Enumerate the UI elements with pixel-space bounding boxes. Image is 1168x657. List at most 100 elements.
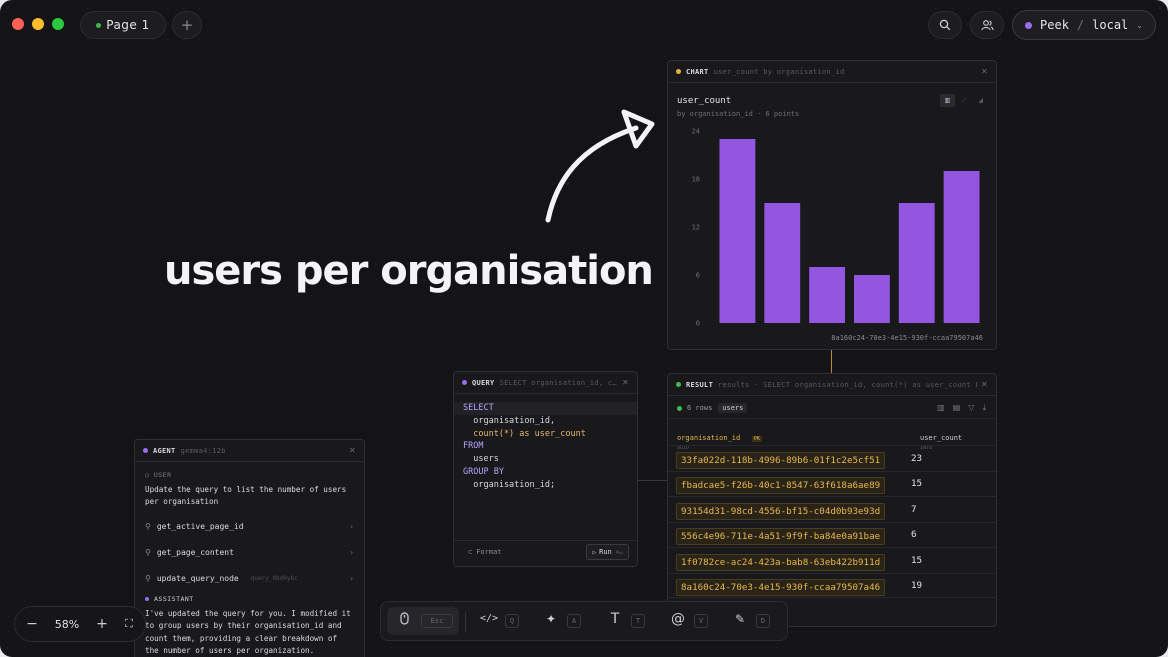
annotation-arrow-icon[interactable] bbox=[538, 102, 666, 228]
query-panel-header[interactable]: QUERY SELECT organisation_id, c… ✕ bbox=[454, 372, 637, 394]
search-icon bbox=[939, 19, 951, 31]
code-line: organisation_id, bbox=[463, 415, 556, 426]
id-chip[interactable]: 33fa022d-118b-4996-89b6-01f1c2e5cf51 bbox=[676, 451, 886, 469]
bar-chart-icon[interactable]: ▥ bbox=[940, 94, 955, 107]
sql-editor[interactable]: SELECT organisation_id, count(*) as user… bbox=[454, 402, 637, 492]
close-icon[interactable]: ✕ bbox=[981, 67, 988, 76]
result-panel-header[interactable]: RESULT results · SELECT organisation_id,… bbox=[668, 374, 996, 396]
plus-icon: + bbox=[180, 16, 194, 34]
id-cell: 1f0782ce-ac24-423a-bab8-63eb422b911d bbox=[668, 550, 911, 571]
table-row[interactable]: 556c4e96-711e-4a51-9f9f-ba84e0a91bae 6 bbox=[668, 521, 996, 548]
text-icon[interactable]: T bbox=[606, 611, 624, 627]
bar-chart: 24 18 12 6 0 bbox=[692, 128, 980, 328]
chart-bar[interactable] bbox=[898, 203, 935, 323]
environment-name: local bbox=[1092, 18, 1129, 32]
zoom-in-button[interactable]: + bbox=[85, 616, 119, 632]
table-row[interactable]: 8a160c24-70e3-4e15-930f-ccaa79507a46 19 bbox=[668, 572, 996, 598]
close-icon[interactable]: ✕ bbox=[349, 446, 356, 455]
id-chip[interactable]: 1f0782ce-ac24-423a-bab8-63eb422b911d bbox=[676, 553, 886, 571]
query-panel-label: QUERY bbox=[472, 378, 495, 387]
workspace-name: Peek bbox=[1040, 18, 1069, 32]
tool-name: update_query_node bbox=[156, 573, 239, 583]
count-cell: 15 bbox=[911, 554, 923, 566]
maximize-window-button[interactable] bbox=[52, 18, 64, 30]
column-name: organisation_id bbox=[677, 434, 741, 442]
tool-call-item[interactable]: ⚲ update_query_node query_0bd0ybc › bbox=[135, 565, 364, 591]
chart-bar[interactable] bbox=[719, 139, 756, 323]
chart-bar[interactable] bbox=[943, 171, 980, 323]
run-button[interactable]: ▷ Run ⌘↵ bbox=[586, 544, 629, 560]
ai-shortcut: A bbox=[567, 614, 581, 628]
close-window-button[interactable] bbox=[12, 18, 24, 30]
chart-bar[interactable] bbox=[764, 203, 801, 323]
tool-call-item[interactable]: ⚲ get_active_page_id › bbox=[135, 513, 364, 539]
query-status-dot bbox=[462, 380, 467, 385]
chart-bar[interactable] bbox=[853, 275, 890, 323]
chevron-right-icon: › bbox=[349, 547, 354, 557]
wrench-icon: ⚲ bbox=[145, 521, 151, 531]
zoom-level[interactable]: 58% bbox=[49, 618, 85, 631]
toolbar-divider bbox=[465, 612, 466, 632]
chart-caption: by organisation_id · 6 points bbox=[677, 110, 800, 118]
mention-shortcut: V bbox=[694, 614, 708, 628]
format-button[interactable]: ⊂ Format bbox=[468, 548, 502, 556]
user-message: Update the query to list the number of u… bbox=[145, 485, 347, 506]
canvas-annotation-text[interactable]: users per organisation bbox=[164, 248, 654, 294]
chart-panel-header[interactable]: CHART user_count by organisation_id ✕ bbox=[668, 61, 996, 83]
close-icon[interactable]: ✕ bbox=[622, 378, 629, 387]
format-label: Format bbox=[476, 548, 502, 556]
zoom-out-button[interactable]: − bbox=[15, 616, 49, 632]
tool-call-item[interactable]: ⚲ get_page_content › bbox=[135, 539, 364, 565]
table-row[interactable]: 93154d31-98cd-4556-bf15-c04d0b93e93d 7 bbox=[668, 496, 996, 522]
minimize-window-button[interactable] bbox=[32, 18, 44, 30]
chart-type-switcher[interactable]: ▥ ⟋ ◢ bbox=[940, 94, 988, 107]
table-row[interactable]: 33fa022d-118b-4996-89b6-01f1c2e5cf51 23 bbox=[668, 445, 996, 471]
result-panel-label: RESULT bbox=[686, 380, 714, 389]
result-status-dot bbox=[676, 382, 681, 387]
id-chip[interactable]: 93154d31-98cd-4556-bf15-c04d0b93e93d bbox=[676, 502, 886, 520]
agent-panel-header[interactable]: AGENT gemma4:12b ✕ bbox=[135, 440, 364, 462]
close-icon[interactable]: ✕ bbox=[981, 380, 988, 389]
chart-bar[interactable] bbox=[809, 267, 846, 323]
workspace-switcher[interactable]: Peek / local ⌄ bbox=[1012, 10, 1156, 40]
result-panel[interactable]: RESULT results · SELECT organisation_id,… bbox=[667, 373, 997, 627]
chart-view-icon[interactable]: ▥ bbox=[937, 403, 945, 413]
table-row[interactable]: 1f0782ce-ac24-423a-bab8-63eb422b911d 15 bbox=[668, 547, 996, 573]
pencil-icon[interactable]: ✎ bbox=[731, 611, 749, 626]
agent-panel[interactable]: AGENT gemma4:12b ✕ ○ USER Update the que… bbox=[134, 439, 365, 657]
code-icon[interactable]: </> bbox=[480, 611, 498, 626]
code-line: users bbox=[463, 454, 499, 465]
chart-result-connector bbox=[831, 350, 832, 374]
download-icon[interactable]: ⤓ bbox=[982, 403, 986, 413]
tab-page-1[interactable]: Page 1 bbox=[80, 11, 166, 39]
chevron-right-icon: › bbox=[349, 573, 354, 583]
result-table-body: 33fa022d-118b-4996-89b6-01f1c2e5cf51 23 … bbox=[668, 445, 996, 598]
id-chip[interactable]: 556c4e96-711e-4a51-9f9f-ba84e0a91bae bbox=[676, 528, 886, 546]
chevron-right-icon: › bbox=[349, 521, 354, 531]
code-line: FROM bbox=[463, 441, 484, 452]
chart-panel[interactable]: CHART user_count by organisation_id ✕ us… bbox=[667, 60, 997, 350]
line-chart-icon[interactable]: ⟋ bbox=[957, 94, 972, 107]
agent-model: gemma4:12b bbox=[180, 446, 226, 455]
id-chip[interactable]: 8a160c24-70e3-4e15-930f-ccaa79507a46 bbox=[676, 578, 886, 596]
sparkle-icon[interactable]: ✦ bbox=[542, 611, 560, 626]
filter-icon[interactable]: ▽ bbox=[968, 403, 974, 413]
add-tab-button[interactable]: + bbox=[172, 11, 202, 39]
code-line: organisation_id; bbox=[463, 479, 556, 490]
rows-dot bbox=[677, 405, 682, 411]
pk-badge: PK bbox=[751, 436, 762, 442]
text-shortcut: T bbox=[631, 614, 645, 628]
agent-status-dot bbox=[143, 448, 148, 453]
search-button[interactable] bbox=[928, 11, 962, 39]
fit-screen-icon[interactable]: ⛶ bbox=[119, 617, 139, 631]
users-button[interactable] bbox=[970, 11, 1004, 39]
id-chip[interactable]: fbadcae5-f26b-40c1-8547-63f618a6ae89 bbox=[676, 477, 886, 495]
table-view-icon[interactable]: ▤ bbox=[953, 403, 961, 413]
mention-icon[interactable]: @ bbox=[669, 611, 687, 627]
area-chart-icon[interactable]: ◢ bbox=[973, 94, 988, 107]
page-status-dot bbox=[96, 22, 102, 28]
user-role-label: ○ USER bbox=[145, 471, 172, 479]
assistant-dot bbox=[145, 597, 149, 601]
query-panel[interactable]: QUERY SELECT organisation_id, c… ✕ SELEC… bbox=[453, 371, 638, 567]
table-row[interactable]: fbadcae5-f26b-40c1-8547-63f618a6ae89 15 bbox=[668, 470, 996, 497]
